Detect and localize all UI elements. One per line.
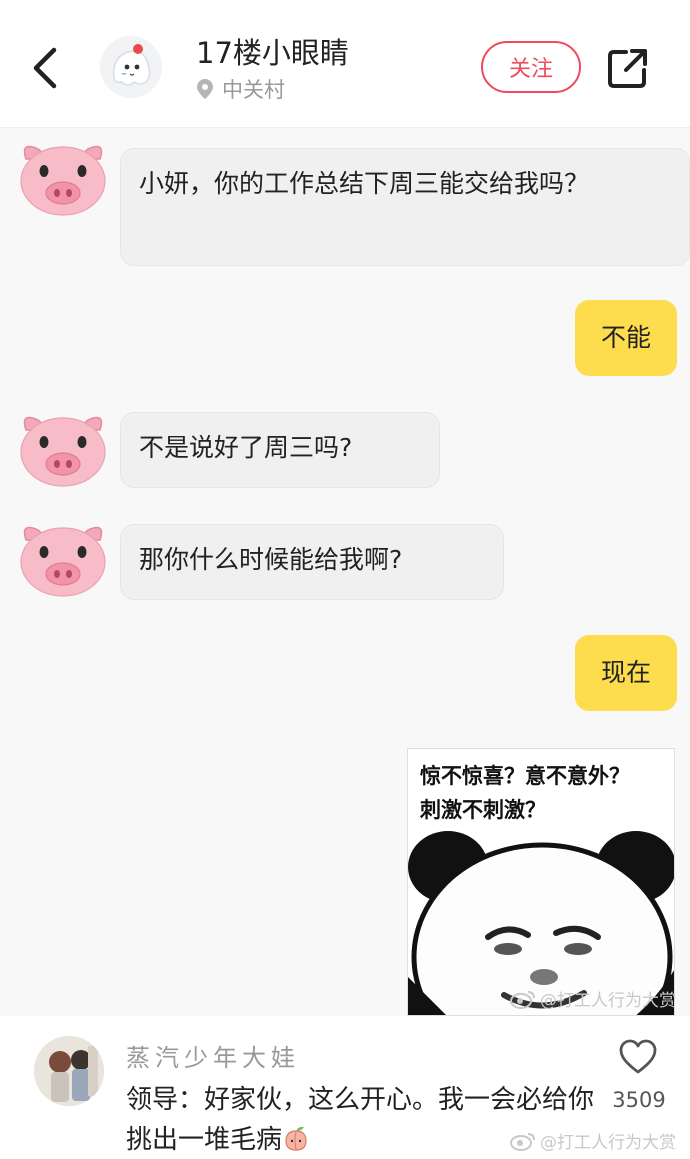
follow-button[interactable]: 关注 xyxy=(481,41,581,93)
message-bubble[interactable]: 小妍，你的工作总结下周三能交给我吗？ xyxy=(120,148,690,266)
message-bubble[interactable]: 那你什么时候能给我啊? xyxy=(120,524,504,600)
message-text: 现在 xyxy=(600,658,651,687)
pig-avatar-icon[interactable] xyxy=(16,410,110,488)
message-bubble-self[interactable]: 不能 xyxy=(575,300,677,376)
message-bubble-self[interactable]: 现在 xyxy=(575,635,677,711)
message-text: 那你什么时候能给我啊? xyxy=(139,545,403,574)
weibo-icon xyxy=(510,1131,536,1151)
like-button[interactable] xyxy=(618,1038,658,1076)
weibo-icon xyxy=(510,989,536,1009)
share-external-icon xyxy=(608,49,647,88)
ghost-avatar-icon xyxy=(100,36,162,98)
meme-caption-line: 刺激不刺激？ xyxy=(420,798,546,822)
location-row: 中关村 xyxy=(196,76,285,102)
share-button[interactable] xyxy=(606,46,650,90)
like-count: 3509 xyxy=(612,1088,666,1112)
anime-avatar-icon xyxy=(34,1036,104,1106)
pig-avatar-icon[interactable] xyxy=(16,520,110,598)
watermark-text: @打工人行为大赏 xyxy=(540,991,676,1011)
heart-outline-icon xyxy=(619,1039,657,1074)
watermark-text: @打工人行为大赏 xyxy=(540,1133,676,1153)
commenter-avatar[interactable] xyxy=(34,1036,104,1106)
message-text: 小妍，你的工作总结下周三能交给我吗？ xyxy=(139,169,590,198)
message-text: 不是说好了周三吗? xyxy=(139,433,353,462)
comment-item[interactable]: 蒸汽少年大娃 领导：好家伙，这么开心。我一会必给你挑出一堆毛病 3509 @打工… xyxy=(0,1016,690,1159)
chat-header: 17楼小眼睛 中关村 关注 xyxy=(0,0,690,128)
back-button[interactable] xyxy=(28,44,62,92)
watermark: @打工人行为大赏 xyxy=(510,986,676,1011)
message-bubble[interactable]: 不是说好了周三吗? xyxy=(120,412,440,488)
chevron-left-icon xyxy=(33,47,57,89)
meme-caption: 惊不惊喜？意不意外？ 刺激不刺激？ xyxy=(420,759,672,827)
message-text: 不能 xyxy=(600,323,651,352)
pig-avatar-icon[interactable] xyxy=(16,139,110,217)
location-pin-icon xyxy=(196,78,214,100)
meme-caption-line: 惊不惊喜？意不意外？ xyxy=(420,764,630,788)
commenter-name[interactable]: 蒸汽少年大娃 xyxy=(126,1038,300,1073)
meme-image-message[interactable]: 惊不惊喜？意不意外？ 刺激不刺激？ xyxy=(407,748,675,1016)
contact-name: 17楼小眼睛 xyxy=(196,36,349,70)
watermark: @打工人行为大赏 xyxy=(510,1128,676,1153)
chat-area[interactable]: 小妍，你的工作总结下周三能交给我吗？ 不能 不是说好了周三吗? 那你什么时候能给… xyxy=(0,128,690,1016)
location-text: 中关村 xyxy=(222,78,285,102)
peach-emoji-icon xyxy=(282,1125,310,1153)
contact-avatar[interactable] xyxy=(100,36,162,98)
